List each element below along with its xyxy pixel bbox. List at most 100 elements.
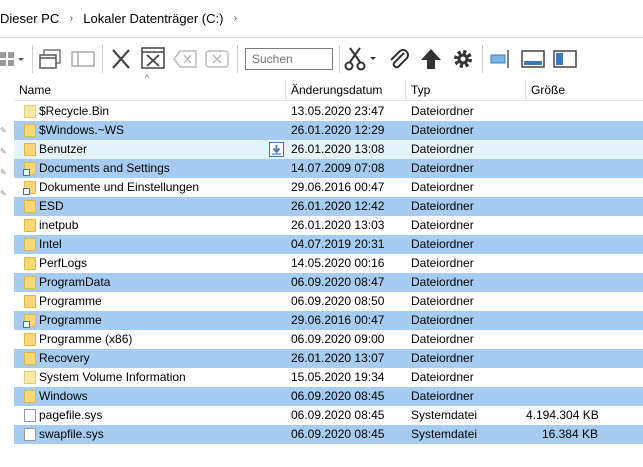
- file-row[interactable]: Dokumente und Einstellungen 29.06.2016 00…: [14, 178, 643, 197]
- folder-light-icon: [24, 371, 36, 384]
- file-size: [526, 368, 598, 387]
- file-row[interactable]: $Windows.~WS 26.01.2020 12:29 Dateiordner: [14, 121, 643, 140]
- column-header-date[interactable]: Änderungsdatum: [286, 79, 406, 101]
- file-row[interactable]: Programme 29.06.2016 00:47 Dateiordner: [14, 311, 643, 330]
- folder-icon: [24, 257, 36, 270]
- file-date: 06.09.2020 08:50: [291, 294, 385, 308]
- folder-icon: [24, 333, 36, 346]
- file-name: PerfLogs: [39, 256, 88, 270]
- arrow-up-icon: [421, 49, 441, 69]
- column-header-size[interactable]: Größe: [526, 79, 643, 101]
- file-date: 06.09.2020 08:45: [291, 389, 385, 403]
- up-button[interactable]: [418, 47, 444, 71]
- file-type: Systemdatei: [411, 408, 478, 422]
- file-name: Programme (x86): [39, 332, 133, 346]
- backspace-icon: [173, 50, 197, 68]
- breadcrumb-item-this-pc[interactable]: Dieser PC: [0, 11, 59, 26]
- file-date: 13.05.2020 23:47: [291, 104, 385, 118]
- file-size: [526, 273, 598, 292]
- file-size: [526, 254, 598, 273]
- view-dropdown-button[interactable]: [0, 47, 26, 71]
- file-name: inetpub: [39, 218, 79, 232]
- file-row[interactable]: Recovery 26.01.2020 13:07 Dateiordner: [14, 349, 643, 368]
- file-name: swapfile.sys: [39, 427, 104, 441]
- preview-pane-button[interactable]: [520, 47, 546, 71]
- file-type: Dateiordner: [411, 218, 474, 232]
- file-size: [526, 159, 598, 178]
- file-row[interactable]: Documents and Settings 14.07.2009 07:08 Da…: [14, 159, 643, 178]
- file-type: Dateiordner: [411, 294, 474, 308]
- cut-button[interactable]: [344, 46, 378, 72]
- settings-button[interactable]: [450, 47, 476, 71]
- file-type: Dateiordner: [411, 104, 474, 118]
- file-type: Dateiordner: [411, 256, 474, 270]
- details-pane-button[interactable]: [552, 47, 578, 71]
- backspace-button[interactable]: [172, 47, 198, 71]
- file-icon: [24, 409, 36, 422]
- column-width-button[interactable]: [488, 47, 514, 71]
- file-row[interactable]: Benutzer 26.01.2020 13:08 Dateiordner: [14, 140, 643, 159]
- file-row[interactable]: ESD 26.01.2020 12:42 Dateiordner: [14, 197, 643, 216]
- close-icon: [112, 49, 130, 69]
- preview-pane-icon: [521, 50, 545, 68]
- details-pane-icon: [553, 50, 577, 68]
- file-row[interactable]: Intel 04.07.2019 20:31 Dateiordner: [14, 235, 643, 254]
- pin-icon: ✎: [0, 147, 7, 156]
- file-row[interactable]: PerfLogs 14.05.2020 00:16 Dateiordner: [14, 254, 643, 273]
- download-icon[interactable]: [269, 142, 284, 157]
- file-name: Documents and Settings: [39, 161, 170, 175]
- file-date: 26.01.2020 13:08: [291, 142, 385, 156]
- close-window-button[interactable]: [140, 46, 166, 74]
- file-row[interactable]: Programme 06.09.2020 08:50 Dateiordner: [14, 292, 643, 311]
- file-size: 16.384 KB: [541, 427, 598, 441]
- breadcrumb-item-drive-c[interactable]: Lokaler Datenträger (C:): [83, 11, 223, 26]
- column-header-name[interactable]: Name: [14, 79, 286, 101]
- folder-icon: [24, 352, 36, 365]
- file-name: Recovery: [39, 351, 90, 365]
- breadcrumb-separator-icon[interactable]: ›: [63, 13, 79, 24]
- file-size: [526, 216, 598, 235]
- file-date: 06.09.2020 09:00: [291, 332, 385, 346]
- breadcrumb-separator-icon[interactable]: ›: [227, 13, 243, 24]
- file-row[interactable]: swapfile.sys 06.09.2020 08:45 Systemdatei 1…: [14, 425, 643, 444]
- shortcut-arrow-icon: [23, 169, 30, 176]
- file-size: [526, 349, 598, 368]
- folder-light-icon: [24, 105, 36, 118]
- column-header: Name Änderungsdatum Typ Größe: [14, 79, 643, 101]
- file-row[interactable]: Windows 06.09.2020 08:45 Dateiordner: [14, 387, 643, 406]
- breadcrumb: Dieser PC › Lokaler Datenträger (C:) ›: [0, 0, 643, 38]
- file-row[interactable]: Programme (x86) 06.09.2020 09:00 Dateiordn…: [14, 330, 643, 349]
- file-date: 06.09.2020 08:45: [291, 408, 385, 422]
- file-row[interactable]: inetpub 26.01.2020 13:03 Dateiordner: [14, 216, 643, 235]
- file-name: Dokumente und Einstellungen: [39, 180, 200, 194]
- file-size: [526, 178, 598, 197]
- scissors-icon: [344, 47, 376, 71]
- paperclip-icon: [390, 49, 409, 69]
- file-list: $Recycle.Bin 13.05.2020 23:47 Dateiordner $…: [14, 102, 643, 444]
- attach-button[interactable]: [386, 47, 412, 71]
- file-size: [526, 140, 598, 159]
- folder-icon: [24, 390, 36, 403]
- file-row[interactable]: System Volume Information 15.05.2020 19:3…: [14, 368, 643, 387]
- new-window-button[interactable]: [38, 47, 64, 71]
- file-row[interactable]: ProgramData 06.09.2020 08:47 Dateiordner: [14, 273, 643, 292]
- column-header-type[interactable]: Typ: [406, 79, 526, 101]
- file-name: Benutzer: [39, 142, 88, 156]
- file-type: Dateiordner: [411, 237, 474, 251]
- file-name: Programme: [39, 313, 102, 327]
- pane-button[interactable]: [70, 47, 96, 71]
- file-type: Dateiordner: [411, 123, 474, 137]
- file-size: [526, 387, 598, 406]
- folder-icon: [24, 200, 36, 213]
- file-date: 06.09.2020 08:47: [291, 275, 385, 289]
- file-row[interactable]: $Recycle.Bin 13.05.2020 23:47 Dateiordner: [14, 102, 643, 121]
- file-type: Dateiordner: [411, 275, 474, 289]
- clear-button[interactable]: [204, 47, 230, 71]
- delete-button[interactable]: [108, 47, 134, 71]
- file-row[interactable]: pagefile.sys 06.09.2020 08:45 Systemdatei 4…: [14, 406, 643, 425]
- toolbar: [0, 40, 643, 78]
- file-size: [526, 311, 598, 330]
- folder-icon: [24, 143, 36, 156]
- window-close-icon: [141, 47, 165, 69]
- search-input[interactable]: [245, 48, 333, 70]
